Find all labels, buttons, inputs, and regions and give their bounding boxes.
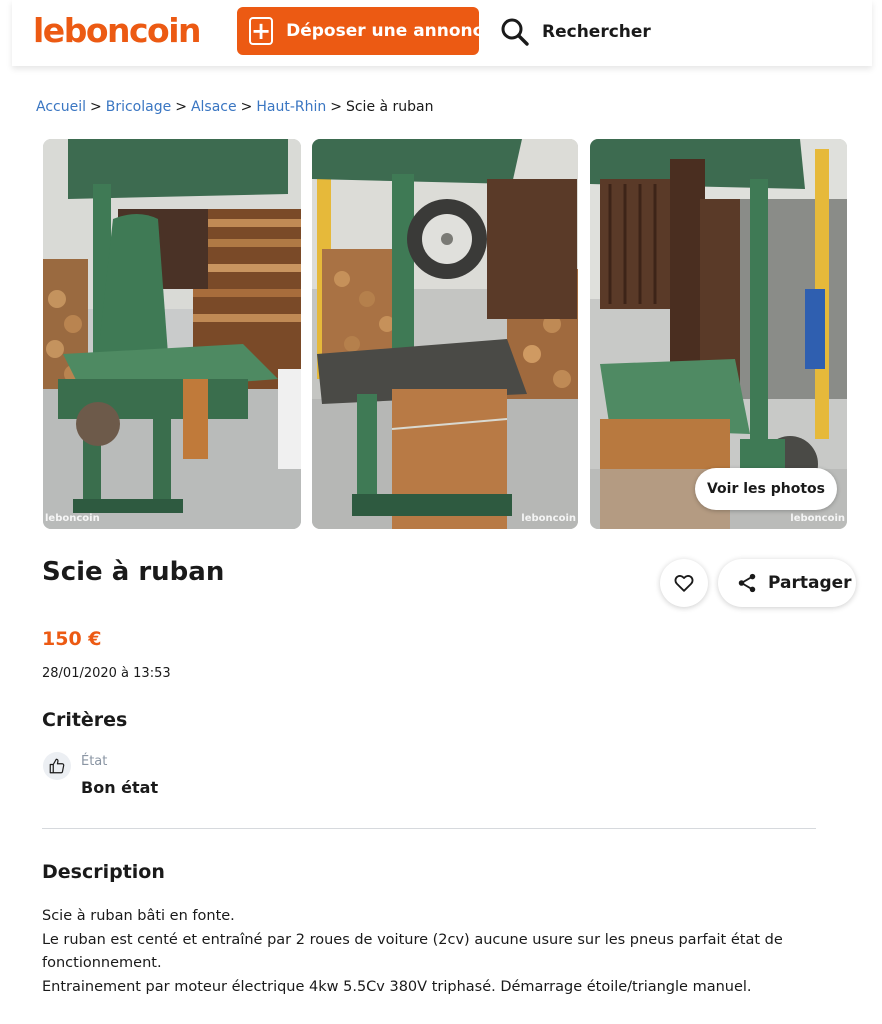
see-photos-button[interactable]: Voir les photos	[695, 468, 837, 510]
breadcrumb-separator: >	[240, 99, 253, 115]
post-ad-label: Déposer une annonce	[286, 21, 495, 41]
criteria-title: Critères	[42, 709, 128, 731]
breadcrumb-link-department[interactable]: Haut-Rhin	[256, 99, 326, 115]
description-title: Description	[42, 861, 165, 883]
search-button[interactable]: Rechercher	[500, 14, 651, 50]
thumbs-up-icon	[49, 758, 65, 774]
heart-icon	[674, 575, 694, 592]
ad-title: Scie à ruban	[42, 557, 225, 587]
favorite-button[interactable]	[660, 559, 708, 607]
leboncoin-logo[interactable]: leboncoin	[33, 10, 202, 52]
description-line: Scie à ruban bâti en fonte.	[42, 908, 235, 924]
description-line: Entrainement par moteur électrique 4kw 5…	[42, 978, 752, 995]
description-line: fonctionnement.	[42, 955, 162, 971]
search-icon	[501, 18, 529, 46]
ad-price: 150 €	[42, 628, 102, 650]
criteria-icon-wrapper	[43, 752, 71, 780]
top-header: leboncoin + Déposer une annonce Recherch…	[12, 0, 872, 66]
share-icon	[738, 573, 756, 593]
ad-date: 28/01/2020 à 13:53	[42, 666, 171, 681]
share-label: Partager	[768, 573, 852, 593]
search-label: Rechercher	[542, 22, 651, 42]
photo-watermark: leboncoin	[45, 513, 100, 524]
ad-photo-1[interactable]: leboncoin	[43, 139, 301, 529]
section-divider	[42, 828, 816, 829]
criteria-label-condition: État	[81, 754, 108, 769]
plus-square-icon: +	[249, 17, 274, 45]
breadcrumb-link-category[interactable]: Bricolage	[106, 99, 171, 115]
breadcrumb: Accueil > Bricolage > Alsace > Haut-Rhin > Scie …	[36, 99, 434, 115]
post-ad-button[interactable]: + Déposer une annonce	[237, 7, 494, 55]
criteria-value-condition: Bon état	[81, 778, 159, 797]
breadcrumb-link-region[interactable]: Alsace	[191, 99, 237, 115]
photo-1-image	[43, 139, 301, 529]
breadcrumb-separator: >	[330, 99, 342, 115]
photo-2-image	[312, 139, 578, 529]
description-line: Le ruban est centé et entraîné par 2 rou…	[42, 931, 783, 948]
photo-watermark: leboncoin	[521, 513, 576, 524]
share-button[interactable]: Partager	[718, 559, 856, 607]
breadcrumb-link-home[interactable]: Accueil	[36, 99, 86, 115]
breadcrumb-separator: >	[175, 99, 187, 115]
description-body: Scie à ruban bâti en fonte. Le ruban est…	[42, 905, 832, 999]
photo-watermark: leboncoin	[790, 513, 845, 524]
breadcrumb-current: Scie à ruban	[345, 99, 434, 115]
breadcrumb-separator: >	[90, 99, 102, 115]
ad-photo-2[interactable]: leboncoin	[312, 139, 578, 529]
